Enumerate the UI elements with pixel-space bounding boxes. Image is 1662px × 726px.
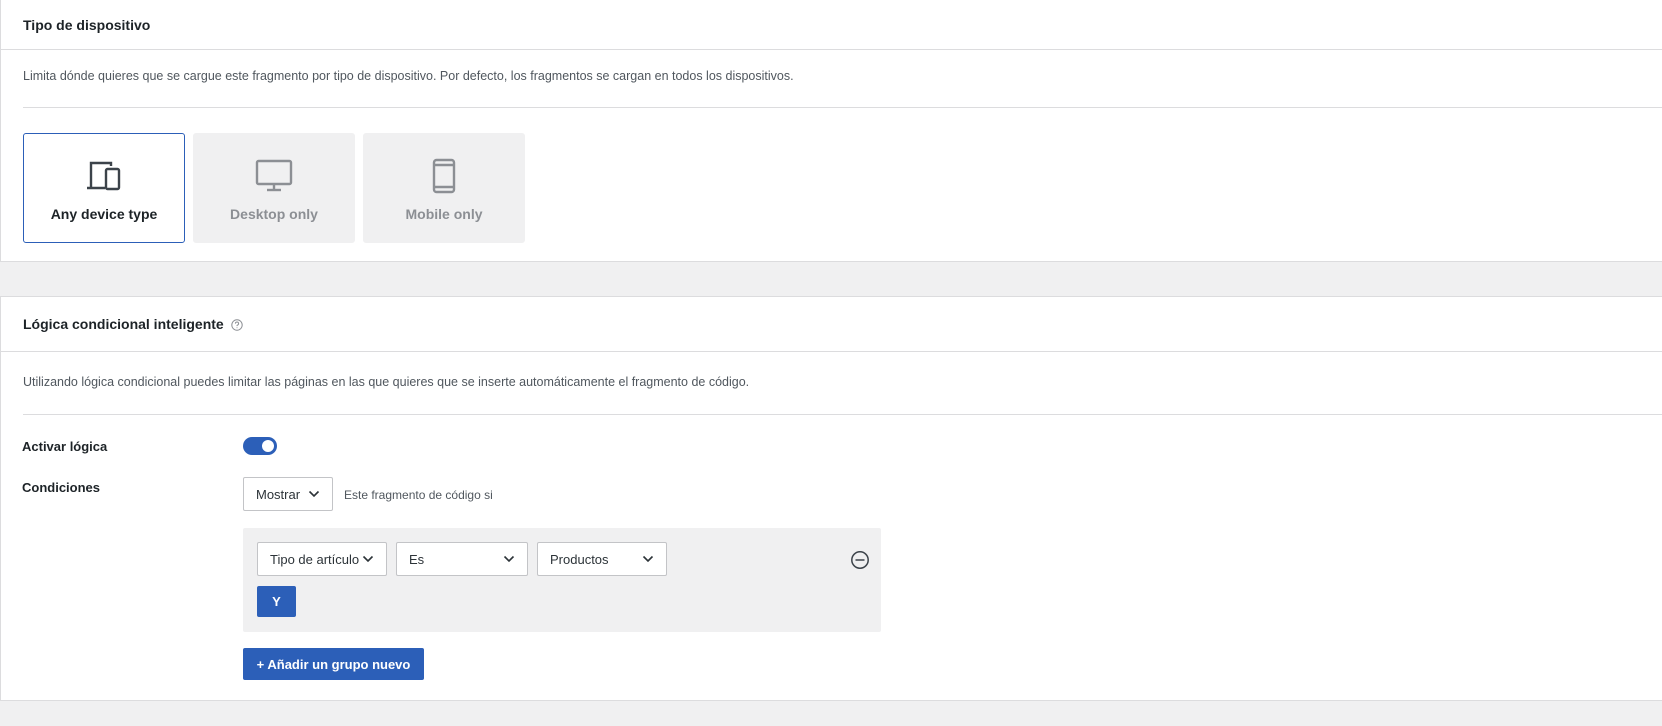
chevron-down-icon <box>308 490 320 498</box>
enable-logic-label: Activar lógica <box>22 439 108 454</box>
device-option-label: Mobile only <box>405 206 483 222</box>
device-option-desktop[interactable]: Desktop only <box>193 133 355 243</box>
device-option-mobile[interactable]: Mobile only <box>363 133 525 243</box>
conditional-logic-header: Lógica condicional inteligente <box>1 297 1662 352</box>
desktop-icon <box>255 156 293 196</box>
condition-type-select[interactable]: Tipo de artículo <box>257 542 387 576</box>
add-group-button[interactable]: + Añadir un grupo nuevo <box>243 648 424 680</box>
conditional-logic-title: Lógica condicional inteligente <box>23 316 224 332</box>
device-type-title: Tipo de dispositivo <box>23 16 151 33</box>
remove-condition-icon[interactable] <box>850 550 870 570</box>
chevron-down-icon <box>642 555 654 563</box>
show-hide-select[interactable]: Mostrar <box>243 477 333 511</box>
device-type-panel: Tipo de dispositivo Limita dónde quieres… <box>0 0 1662 262</box>
conditions-label: Condiciones <box>22 480 101 495</box>
mobile-icon <box>432 156 456 196</box>
condition-helper-text: Este fragmento de código si <box>344 488 493 502</box>
divider <box>23 107 1662 108</box>
device-type-description: Limita dónde quieres que se cargue este … <box>23 69 794 83</box>
any-device-icon <box>86 156 122 196</box>
device-option-label: Desktop only <box>230 206 318 222</box>
enable-logic-toggle[interactable] <box>243 437 277 455</box>
divider <box>23 414 1662 415</box>
show-hide-value: Mostrar <box>256 486 301 502</box>
condition-value-value: Productos <box>550 551 609 567</box>
device-type-header: Tipo de dispositivo <box>1 0 1662 50</box>
device-option-label: Any device type <box>50 206 158 222</box>
chevron-down-icon <box>362 555 374 563</box>
and-condition-button[interactable]: Y <box>257 586 296 617</box>
device-option-any[interactable]: Any device type <box>23 133 185 243</box>
help-icon[interactable] <box>231 318 243 331</box>
condition-type-value: Tipo de artículo <box>270 551 360 567</box>
condition-value-select[interactable]: Productos <box>537 542 667 576</box>
chevron-down-icon <box>503 555 515 563</box>
conditional-logic-description: Utilizando lógica condicional puedes lim… <box>23 375 750 389</box>
toggle-knob <box>262 440 274 452</box>
condition-operator-select[interactable]: Es <box>396 542 528 576</box>
condition-operator-value: Es <box>409 551 425 567</box>
